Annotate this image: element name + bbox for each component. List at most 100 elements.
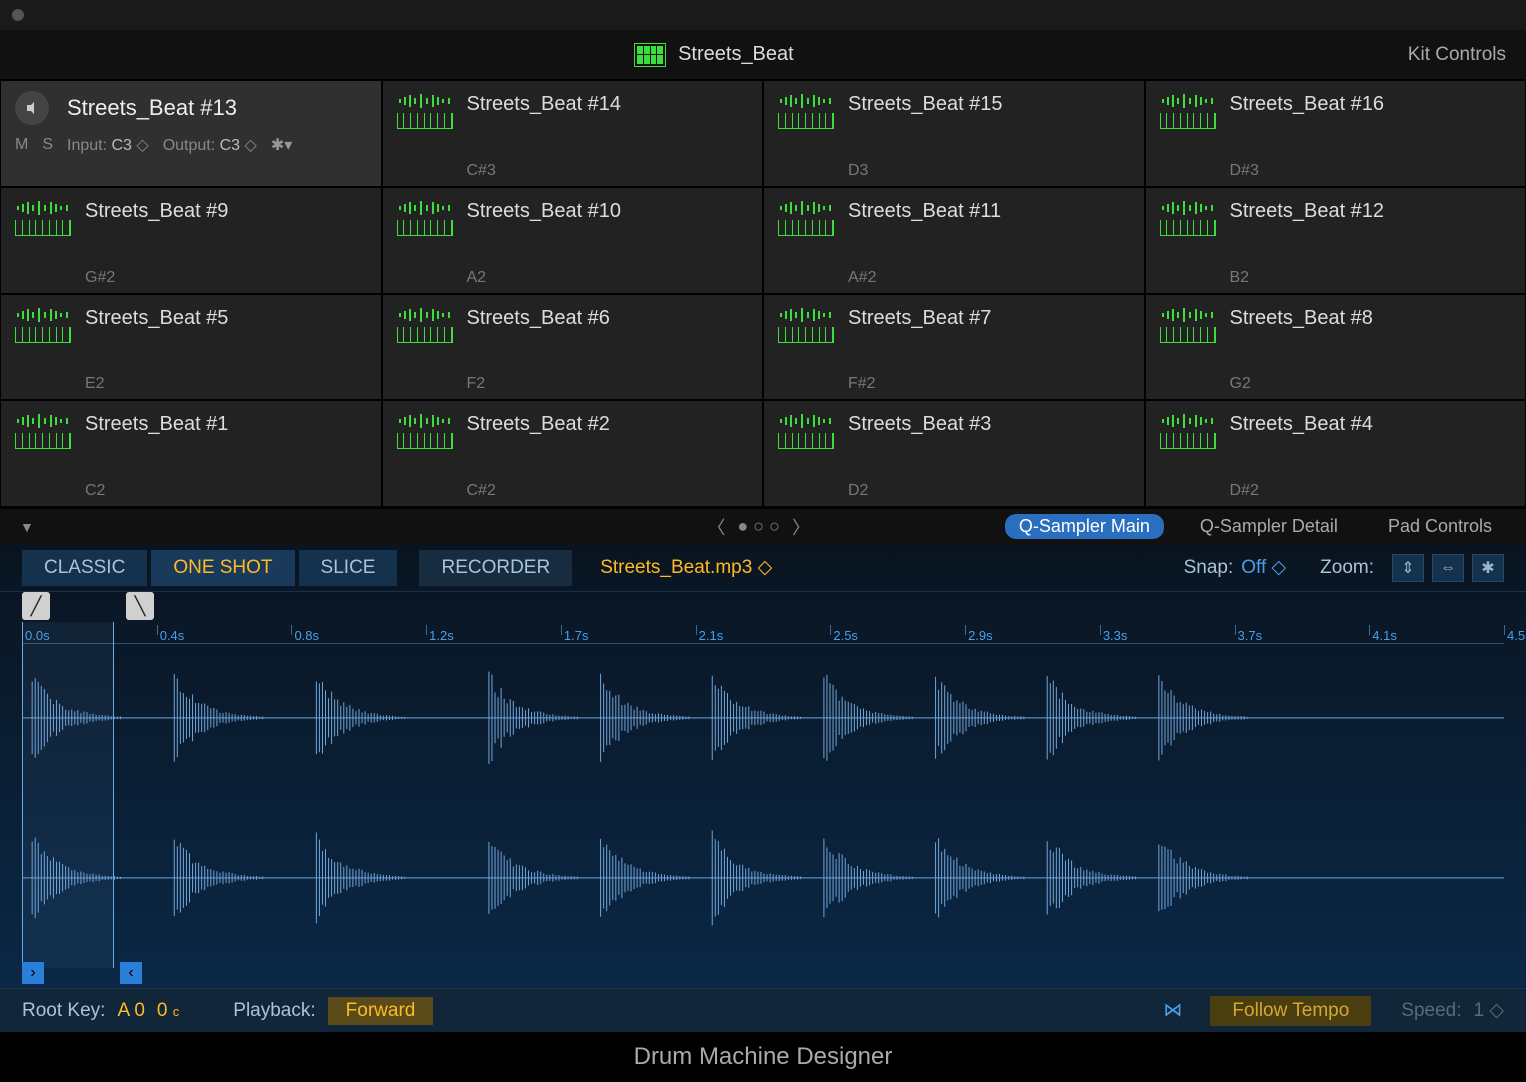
tab-q-sampler-main[interactable]: Q-Sampler Main — [1005, 514, 1164, 539]
pad-name: Streets_Beat #6 — [467, 307, 749, 330]
sample-icon — [15, 411, 85, 500]
end-handle[interactable]: ‹ — [120, 962, 142, 984]
mid-bar: ▼ 〈 ● ○ ○ 〉 Q-Sampler Main Q-Sampler Det… — [0, 508, 1526, 544]
ruler-tick: 0.4s — [160, 628, 185, 643]
mode-recorder[interactable]: RECORDER — [419, 550, 572, 586]
pad-name: Streets_Beat #2 — [467, 413, 749, 436]
pad-16[interactable]: Streets_Beat #4 D#2 — [1145, 400, 1526, 507]
pad-8[interactable]: Streets_Beat #12 B2 — [1145, 187, 1526, 294]
pad-note: F#2 — [848, 375, 1130, 393]
speed-label: Speed: — [1401, 1000, 1461, 1022]
pad-13[interactable]: Streets_Beat #1 C2 — [0, 400, 382, 507]
follow-tempo-button[interactable]: Follow Tempo — [1210, 996, 1371, 1026]
pad-10[interactable]: Streets_Beat #6 F2 — [382, 294, 764, 401]
kit-title[interactable]: Streets_Beat — [678, 43, 794, 66]
sample-icon — [397, 198, 467, 287]
pad-note: F2 — [467, 375, 749, 393]
pad-name: Streets_Beat #8 — [1230, 307, 1512, 330]
pad-name: Streets_Beat #10 — [467, 200, 749, 223]
reverse-icon[interactable]: ⋈ — [1163, 999, 1182, 1022]
start-handle[interactable]: › — [22, 962, 44, 984]
snap-value[interactable]: Off ◇ — [1241, 556, 1286, 579]
window-close-button[interactable] — [12, 9, 24, 21]
sample-file-name[interactable]: Streets_Beat.mp3 ◇ — [600, 556, 772, 579]
pad-15[interactable]: Streets_Beat #3 D2 — [763, 400, 1145, 507]
sample-icon — [397, 411, 467, 500]
pad-name: Streets_Beat #9 — [85, 200, 367, 223]
page-dots: ● ○ ○ — [737, 516, 780, 537]
pad-11[interactable]: Streets_Beat #7 F#2 — [763, 294, 1145, 401]
pad-note: D3 — [848, 162, 1130, 180]
ruler-tick: 3.3s — [1103, 628, 1128, 643]
ruler-tick: 4.5s — [1507, 628, 1526, 643]
cents-value[interactable]: 0 c — [157, 1000, 179, 1022]
mute-button[interactable]: M — [15, 136, 28, 154]
sampler-gear-button[interactable]: ✱ — [1472, 554, 1504, 582]
ruler-tick: 1.7s — [564, 628, 589, 643]
waveform-canvas[interactable] — [22, 644, 1504, 964]
pad-name: Streets_Beat #15 — [848, 93, 1130, 116]
mode-classic[interactable]: CLASSIC — [22, 550, 147, 586]
solo-button[interactable]: S — [42, 136, 53, 154]
speed-value[interactable]: 1 ◇ — [1474, 999, 1504, 1022]
mode-one-shot[interactable]: ONE SHOT — [151, 550, 294, 586]
root-key-value[interactable]: A 0 — [117, 1000, 144, 1022]
ruler-tick: 2.9s — [968, 628, 993, 643]
pad-7[interactable]: Streets_Beat #11 A#2 — [763, 187, 1145, 294]
tab-q-sampler-detail[interactable]: Q-Sampler Detail — [1186, 514, 1352, 539]
time-ruler[interactable]: 0.0s0.4s0.8s1.2s1.7s2.1s2.5s2.9s3.3s3.7s… — [22, 622, 1504, 644]
fade-in-marker[interactable]: ╱ — [22, 592, 50, 620]
pad-name: Streets_Beat #11 — [848, 200, 1130, 223]
top-bar: Streets_Beat Kit Controls — [0, 30, 1526, 80]
pad-name: Streets_Beat #4 — [1230, 413, 1512, 436]
pad-9[interactable]: Streets_Beat #5 E2 — [0, 294, 382, 401]
pad-grid: Streets_Beat #13 M S Input: C3 ◇ Output:… — [0, 80, 1526, 508]
kit-controls-link[interactable]: Kit Controls — [1408, 44, 1506, 66]
fade-out-marker[interactable]: ╲ — [126, 592, 154, 620]
sample-icon — [1160, 411, 1230, 500]
waveform-area[interactable]: ╱ ╲ 0.0s0.4s0.8s1.2s1.7s2.1s2.5s2.9s3.3s… — [22, 592, 1504, 984]
pad-note: G#2 — [85, 269, 367, 287]
pad-note: B2 — [1230, 269, 1512, 287]
pad-4[interactable]: Streets_Beat #16 D#3 — [1145, 80, 1526, 187]
ruler-tick: 3.7s — [1238, 628, 1263, 643]
pad-5[interactable]: Streets_Beat #9 G#2 — [0, 187, 382, 294]
root-key-label: Root Key: — [22, 1000, 105, 1022]
drum-machine-icon — [634, 43, 666, 67]
zoom-label: Zoom: — [1320, 557, 1374, 579]
sample-icon — [778, 305, 848, 394]
pad-name: Streets_Beat #3 — [848, 413, 1130, 436]
tab-pad-controls[interactable]: Pad Controls — [1374, 514, 1506, 539]
pad-2[interactable]: Streets_Beat #14 C#3 — [382, 80, 764, 187]
ruler-tick: 1.2s — [429, 628, 454, 643]
page-nav-prev[interactable]: 〈 — [707, 514, 725, 540]
pad-name: Streets_Beat #1 — [85, 413, 367, 436]
mode-slice[interactable]: SLICE — [299, 550, 398, 586]
pad-3[interactable]: Streets_Beat #15 D3 — [763, 80, 1145, 187]
zoom-horizontal-button[interactable]: ⇔ — [1432, 554, 1464, 582]
pad-1[interactable]: Streets_Beat #13 M S Input: C3 ◇ Output:… — [0, 80, 382, 187]
ruler-tick: 2.1s — [699, 628, 724, 643]
ruler-tick: 4.1s — [1372, 628, 1397, 643]
sample-icon — [1160, 91, 1230, 180]
sample-icon — [778, 198, 848, 287]
pad-note: D2 — [848, 482, 1130, 500]
sample-icon — [15, 198, 85, 287]
sample-icon — [397, 91, 467, 180]
pad-preview-button[interactable] — [15, 91, 49, 125]
output-label: Output: C3 ◇ — [163, 135, 257, 155]
titlebar — [0, 0, 1526, 30]
sample-icon — [1160, 305, 1230, 394]
pad-note: A2 — [467, 269, 749, 287]
pad-6[interactable]: Streets_Beat #10 A2 — [382, 187, 764, 294]
zoom-vertical-button[interactable]: ⇕ — [1392, 554, 1424, 582]
pad-note: A#2 — [848, 269, 1130, 287]
pad-12[interactable]: Streets_Beat #8 G2 — [1145, 294, 1526, 401]
pad-14[interactable]: Streets_Beat #2 C#2 — [382, 400, 764, 507]
pad-name: Streets_Beat #13 — [67, 95, 237, 121]
playback-direction[interactable]: Forward — [328, 997, 434, 1025]
pad-note: C#3 — [467, 162, 749, 180]
disclosure-icon[interactable]: ▼ — [20, 519, 34, 535]
page-nav-next[interactable]: 〉 — [792, 514, 810, 540]
pad-gear-icon[interactable]: ✱▾ — [271, 135, 292, 155]
